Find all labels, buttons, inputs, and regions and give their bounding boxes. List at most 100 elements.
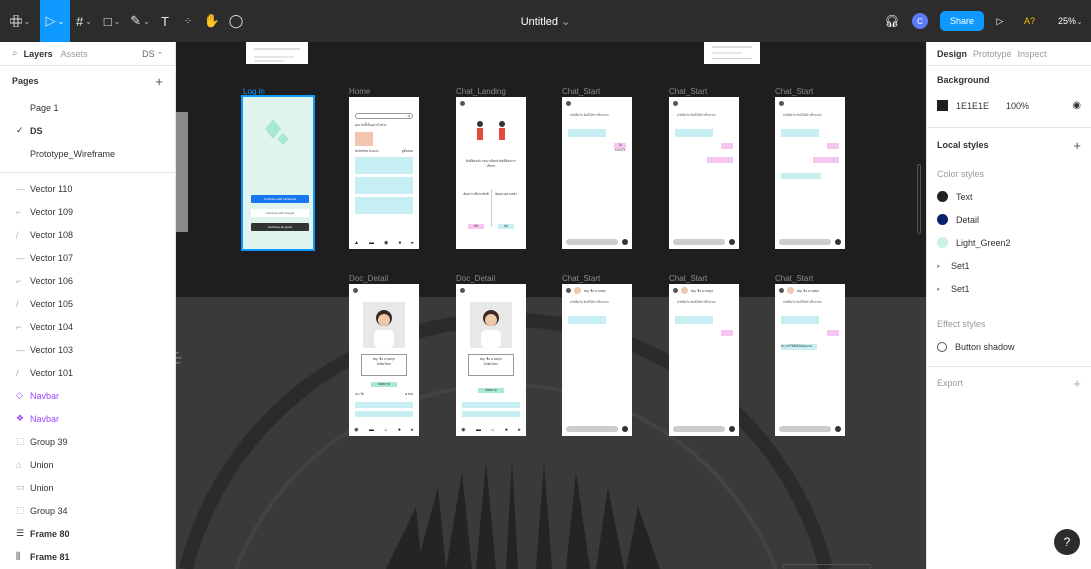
home-icon[interactable]: ⌂ (491, 427, 494, 433)
logout-icon[interactable]: ▸ (411, 240, 414, 246)
page-item[interactable]: ✓ DS (0, 119, 175, 142)
back-icon[interactable] (460, 101, 465, 106)
layer-item[interactable]: — Vector 103 (0, 338, 175, 361)
home-doctor-card[interactable] (355, 157, 413, 174)
frame-doc-detail[interactable]: พญ. ชื่อ นามสกุล นักจิตวิทยา นัดหมาย ประว… (349, 284, 419, 436)
logout-icon[interactable]: ▸ (518, 427, 521, 433)
layer-item[interactable]: ⌂ Union (0, 453, 175, 476)
chat-icon[interactable]: ▬ (476, 427, 481, 433)
profile-icon[interactable]: ▲ (354, 240, 359, 246)
frame-tool-button[interactable]: # ⌄ (70, 0, 98, 42)
add-page-button[interactable]: + (155, 74, 163, 89)
send-icon[interactable] (835, 239, 841, 245)
doc-detail-book-button[interactable]: นัดหมาย (478, 388, 504, 393)
background-opacity[interactable]: 100% (1006, 101, 1029, 111)
frame-label-chat-start-2[interactable]: Chat_Start (669, 87, 707, 96)
chat-input[interactable] (779, 426, 831, 432)
send-icon[interactable] (622, 239, 628, 245)
layer-item[interactable]: ⌐ Vector 109 (0, 200, 175, 223)
chat-input[interactable] (673, 239, 725, 245)
layer-item[interactable]: / Vector 108 (0, 223, 175, 246)
frame-home[interactable]: Q คุณ วันนี้เป็นอย่างไรบ้าง นักจิตวิทยาแ… (349, 97, 419, 249)
chat-icon[interactable]: ▬ (369, 240, 374, 246)
background-swatch[interactable] (937, 100, 948, 111)
partial-frame-top-left[interactable] (246, 42, 308, 64)
layer-item[interactable]: ⫼ Frame 81 (0, 545, 175, 568)
horizontal-scrollbar[interactable] (783, 564, 871, 569)
frame-label-chat-start-6[interactable]: Chat_Start (775, 274, 813, 283)
effect-style-button-shadow[interactable]: Button shadow (937, 335, 1081, 358)
background-hex[interactable]: 1E1E1E (956, 101, 1006, 111)
back-icon[interactable] (566, 101, 571, 106)
frame-chat-landing[interactable]: ยินดีต้อนรับ กรุณาเลือกหัวข้อที่ต้องการป… (456, 97, 526, 249)
back-icon[interactable] (779, 288, 784, 293)
add-export-button[interactable]: + (1073, 376, 1081, 391)
layer-item[interactable]: — Vector 107 (0, 246, 175, 269)
frame-chat-start[interactable]: สวัสดีครับ ยินดีให้คำปรึกษาค่ะ (669, 97, 739, 249)
chat-input[interactable] (673, 426, 725, 432)
send-icon[interactable] (622, 426, 628, 432)
headphones-button[interactable]: 🎧︎ (872, 0, 912, 42)
frame-doc-detail[interactable]: พญ. ชื่อ นามสกุล นักจิตวิทยา นัดหมาย ◉ ▬ ⌂ ●… (456, 284, 526, 436)
chat-input[interactable] (566, 239, 618, 245)
zoom-control[interactable]: 25% ⌄ (1058, 0, 1083, 42)
help-button[interactable]: ? (1054, 529, 1080, 555)
frame-chat-start[interactable]: สวัสดีครับ ยินดีให้คำปรึกษาค่ะ ไม่สบายใจ (562, 97, 632, 249)
frame-label-chat-start-1[interactable]: Chat_Start (562, 87, 600, 96)
home-doctor-card[interactable] (355, 177, 413, 194)
profile-icon[interactable]: ◉ (461, 427, 465, 433)
frame-label-home[interactable]: Home (349, 87, 370, 96)
back-icon[interactable] (353, 288, 358, 293)
frame-login[interactable]: Continue with Facebook Continue with Goo… (241, 95, 315, 251)
share-button[interactable]: Share (940, 11, 985, 31)
main-menu-button[interactable]: ⌄ (0, 0, 40, 42)
style-set-item[interactable]: ▸ Set1 (937, 277, 1081, 300)
layer-item[interactable]: / Vector 105 (0, 292, 175, 315)
page-switcher[interactable]: DS ⌃ (142, 49, 163, 59)
login-facebook-button[interactable]: Continue with Facebook (251, 195, 309, 203)
hand-tool-button[interactable]: ✋ (200, 0, 224, 42)
layer-item[interactable]: / Vector 101 (0, 361, 175, 384)
login-guest-button[interactable]: Continue as guest (251, 223, 309, 231)
chat-icon[interactable]: ▬ (369, 427, 374, 433)
tab-design[interactable]: Design (937, 49, 967, 59)
style-set-item[interactable]: ▸ Set1 (937, 254, 1081, 277)
home-doctor-card[interactable] (355, 197, 413, 214)
layer-item[interactable]: ◇ Navbar (0, 384, 175, 407)
profile-icon[interactable]: ◉ (354, 427, 358, 433)
frame-chat-start[interactable]: พญ. ชื่อ นามสกุล สวัสดีครับ ยินดีให้คำปร… (562, 284, 632, 436)
doc-detail-book-button[interactable]: นัดหมาย (371, 382, 397, 387)
send-icon[interactable] (729, 426, 735, 432)
settings-icon[interactable]: ● (398, 240, 401, 246)
page-item[interactable]: Prototype_Wireframe (0, 142, 175, 165)
login-google-button[interactable]: Continue with Google (251, 209, 309, 217)
chat-input[interactable] (779, 239, 831, 245)
color-style-item[interactable]: Detail (937, 208, 1081, 231)
move-tool-button[interactable]: ▷ ⌄ (40, 0, 70, 42)
file-title[interactable]: Untitled ⌄ (521, 15, 571, 28)
text-tool-button[interactable]: T (154, 0, 176, 42)
frame-chat-start[interactable]: พญ. ชื่อ นามสกุล สวัสดีครับ ยินดีให้คำปร… (669, 284, 739, 436)
layer-item[interactable]: ⌐ Vector 106 (0, 269, 175, 292)
back-icon[interactable] (779, 101, 784, 106)
settings-icon[interactable]: ● (505, 427, 508, 433)
chat-landing-left-button[interactable]: เริ่ม (468, 224, 484, 229)
frame-label-chat-start-3[interactable]: Chat_Start (775, 87, 813, 96)
tab-prototype[interactable]: Prototype (973, 49, 1012, 59)
frame-label-doc-detail-1[interactable]: Doc_Detail (349, 274, 388, 283)
frame-label-doc-detail-2[interactable]: Doc_Detail (456, 274, 495, 283)
comment-tool-button[interactable]: ◯ (224, 0, 248, 42)
ai-button[interactable]: A? (1024, 0, 1035, 42)
send-icon[interactable] (729, 239, 735, 245)
partial-shape[interactable] (176, 112, 188, 232)
back-icon[interactable] (673, 101, 678, 106)
frame-label-chat-start-4[interactable]: Chat_Start (562, 274, 600, 283)
chat-input[interactable] (566, 426, 618, 432)
color-style-item[interactable]: Text (937, 185, 1081, 208)
chat-landing-right-button[interactable]: นัด (498, 224, 514, 229)
home-search-bar[interactable]: Q (355, 113, 413, 119)
back-icon[interactable] (566, 288, 571, 293)
resources-button[interactable]: ⁘ (176, 0, 200, 42)
layer-item[interactable]: ⬚ Group 34 (0, 499, 175, 522)
frame-label-chat-landing[interactable]: Chat_Landing (456, 87, 506, 96)
